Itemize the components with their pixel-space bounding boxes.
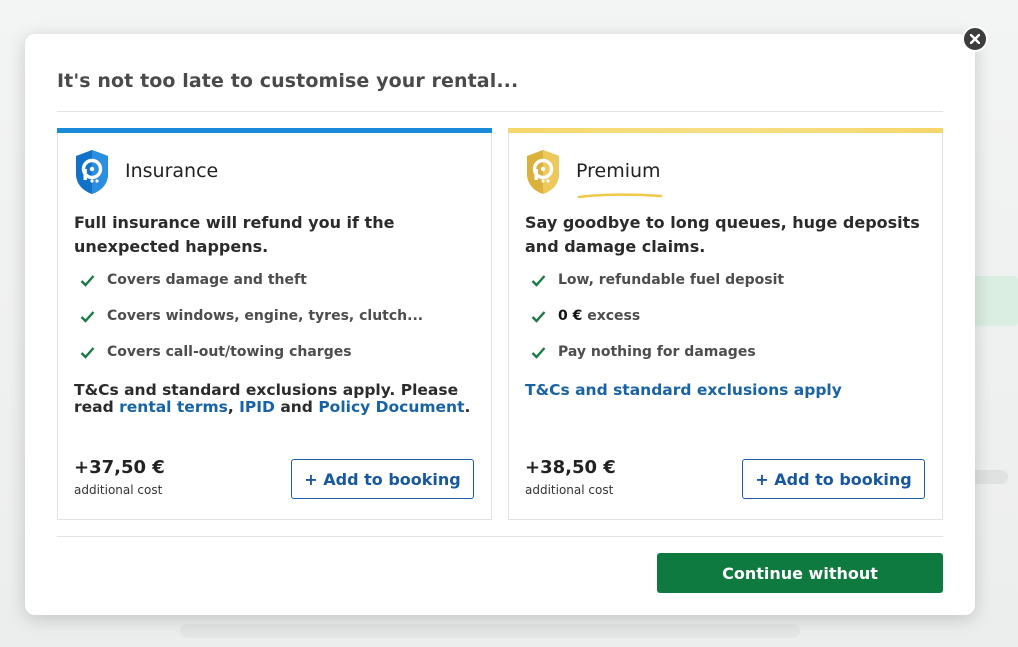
- terms-text: T&Cs and standard exclusions apply: [525, 382, 935, 399]
- terms-text: T&Cs and standard exclusions apply. Plea…: [74, 382, 484, 416]
- separator: and: [280, 398, 313, 416]
- feature-text: Low, refundable fuel deposit: [558, 272, 785, 288]
- excess-amount: 0 €: [558, 308, 583, 324]
- excess-label: excess: [587, 308, 641, 324]
- background-text: [180, 624, 800, 638]
- card-headline: Full insurance will refund you if the un…: [74, 213, 395, 256]
- list-item: Covers call-out/towing charges: [80, 344, 423, 380]
- feature-list: Low, refundable fuel deposit 0 € excess …: [531, 272, 784, 380]
- price-caption: additional cost: [525, 483, 614, 497]
- card-accent-bar: [508, 128, 943, 133]
- modal-title: It's not too late to customise your rent…: [57, 70, 519, 92]
- close-icon: [970, 34, 980, 44]
- list-item: Covers damage and theft: [80, 272, 423, 308]
- ipid-link[interactable]: IPID: [239, 398, 275, 416]
- separator: ,: [227, 398, 234, 416]
- list-item: Covers windows, engine, tyres, clutch...: [80, 308, 423, 344]
- list-item: Pay nothing for damages: [531, 344, 784, 380]
- feature-text: Pay nothing for damages: [558, 344, 756, 360]
- shield-icon: [525, 148, 561, 200]
- insurance-card: Insurance Full insurance will refund you…: [57, 128, 492, 520]
- feature-text: Covers call-out/towing charges: [107, 344, 352, 360]
- rental-terms-link[interactable]: rental terms: [119, 398, 228, 416]
- premium-card: Premium Say goodbye to long queues, huge…: [508, 128, 943, 520]
- card-accent-bar: [57, 128, 492, 133]
- feature-list: Covers damage and theft Covers windows, …: [80, 272, 423, 380]
- price-caption: additional cost: [74, 483, 163, 497]
- check-icon: [531, 274, 548, 291]
- continue-without-button[interactable]: Continue without: [657, 553, 943, 593]
- list-item: 0 € excess: [531, 308, 784, 344]
- feature-text: Covers damage and theft: [107, 272, 307, 288]
- check-icon: [80, 310, 97, 327]
- shield-icon: [74, 148, 110, 200]
- card-title: Insurance: [125, 160, 219, 182]
- policy-document-link[interactable]: Policy Document: [318, 398, 464, 416]
- price: +37,50 €: [74, 457, 165, 478]
- feature-text: Covers windows, engine, tyres, clutch...: [107, 308, 424, 324]
- card-headline: Say goodbye to long queues, huge deposit…: [525, 213, 920, 256]
- check-icon: [531, 310, 548, 327]
- check-icon: [80, 274, 97, 291]
- terms-link[interactable]: T&Cs and standard exclusions apply: [525, 381, 842, 399]
- add-insurance-button[interactable]: + Add to booking: [291, 459, 474, 499]
- divider: [57, 111, 943, 112]
- add-premium-button[interactable]: + Add to booking: [742, 459, 925, 499]
- list-item: Low, refundable fuel deposit: [531, 272, 784, 308]
- title-underline: [577, 184, 663, 203]
- check-icon: [80, 346, 97, 363]
- divider: [57, 536, 943, 537]
- card-title: Premium: [576, 160, 661, 182]
- feature-text: 0 € excess: [558, 308, 640, 324]
- upsell-modal: It's not too late to customise your rent…: [25, 34, 975, 615]
- check-icon: [531, 346, 548, 363]
- close-button[interactable]: [962, 26, 988, 52]
- price: +38,50 €: [525, 457, 616, 478]
- separator: .: [464, 398, 471, 416]
